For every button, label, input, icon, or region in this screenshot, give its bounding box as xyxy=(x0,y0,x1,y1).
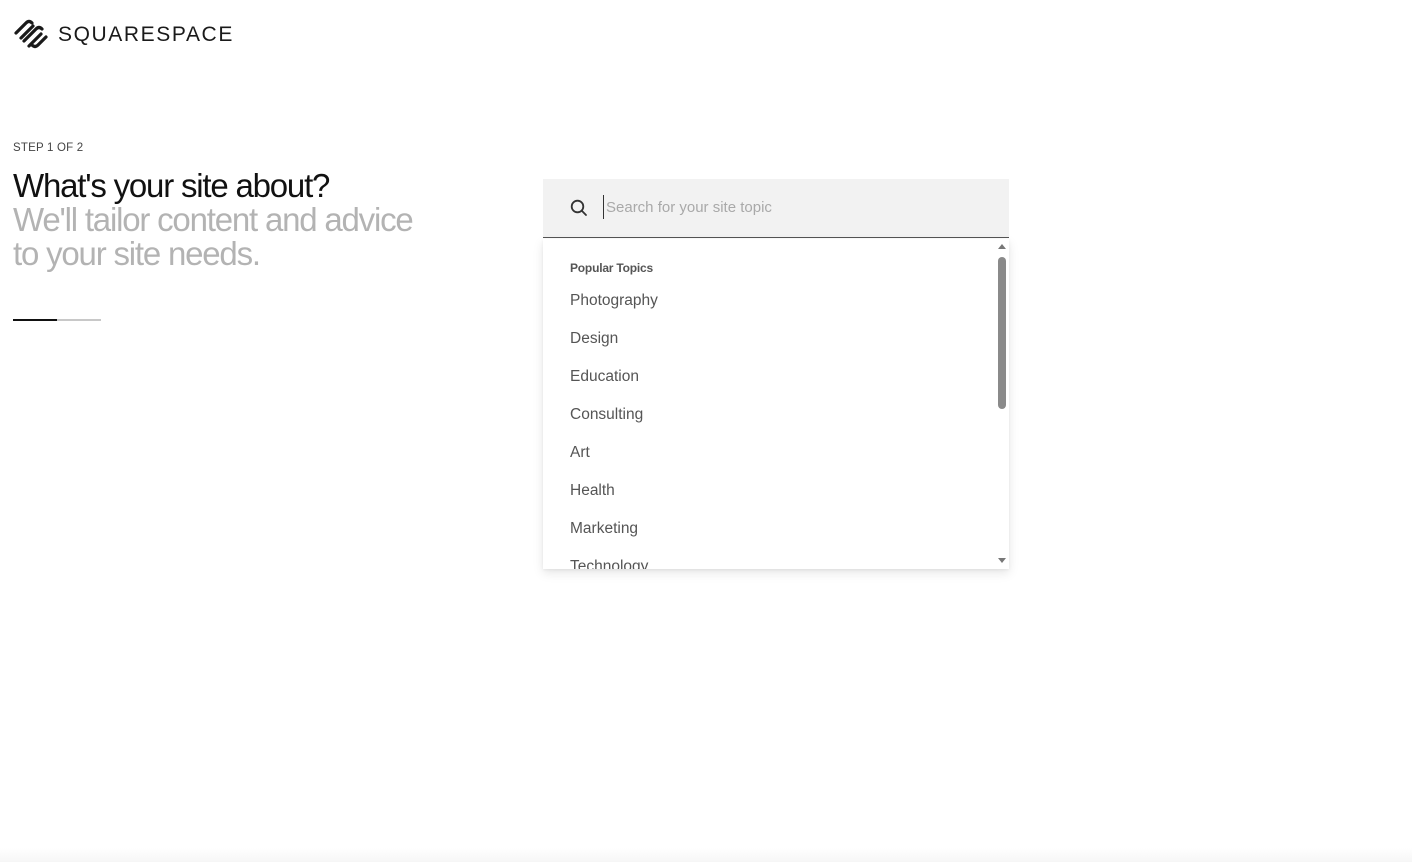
scrollbar-thumb[interactable] xyxy=(998,257,1006,409)
topic-option-marketing[interactable]: Marketing xyxy=(570,518,658,556)
topic-dropdown: Popular Topics Photography Design Educatio… xyxy=(543,239,1009,569)
topic-option-education[interactable]: Education xyxy=(570,366,658,404)
topic-list: Photography Design Education Consulting Art H… xyxy=(570,290,658,569)
page-heading: What's your site about? We'll tailor con… xyxy=(13,169,433,271)
squarespace-logo-icon xyxy=(14,19,48,49)
search-icon xyxy=(570,199,588,222)
topic-option-photography[interactable]: Photography xyxy=(570,290,658,328)
step-progress-fill xyxy=(13,319,57,321)
scroll-up-arrow-icon[interactable] xyxy=(998,244,1006,249)
topic-option-design[interactable]: Design xyxy=(570,328,658,366)
topic-option-technology[interactable]: Technology xyxy=(570,556,658,569)
topic-option-consulting[interactable]: Consulting xyxy=(570,404,658,442)
page-title: What's your site about? xyxy=(13,167,330,204)
topic-dropdown-content: Popular Topics Photography Design Educatio… xyxy=(543,239,995,569)
brand-name: SQUARESPACE xyxy=(58,22,234,46)
page-bottom-edge xyxy=(0,848,1412,862)
step-progress-bar xyxy=(13,319,101,321)
topic-option-art[interactable]: Art xyxy=(570,442,658,480)
page-subtitle: We'll tailor content and advice to your … xyxy=(13,201,414,272)
popular-topics-heading: Popular Topics xyxy=(570,261,653,275)
topic-search-box[interactable] xyxy=(543,179,1009,238)
dropdown-scrollbar[interactable] xyxy=(995,239,1009,569)
topic-search-input[interactable] xyxy=(603,195,986,219)
step-label: STEP 1 OF 2 xyxy=(13,142,84,154)
scroll-down-arrow-icon[interactable] xyxy=(998,558,1006,563)
brand-logo[interactable]: SQUARESPACE xyxy=(13,19,234,49)
topic-option-health[interactable]: Health xyxy=(570,480,658,518)
